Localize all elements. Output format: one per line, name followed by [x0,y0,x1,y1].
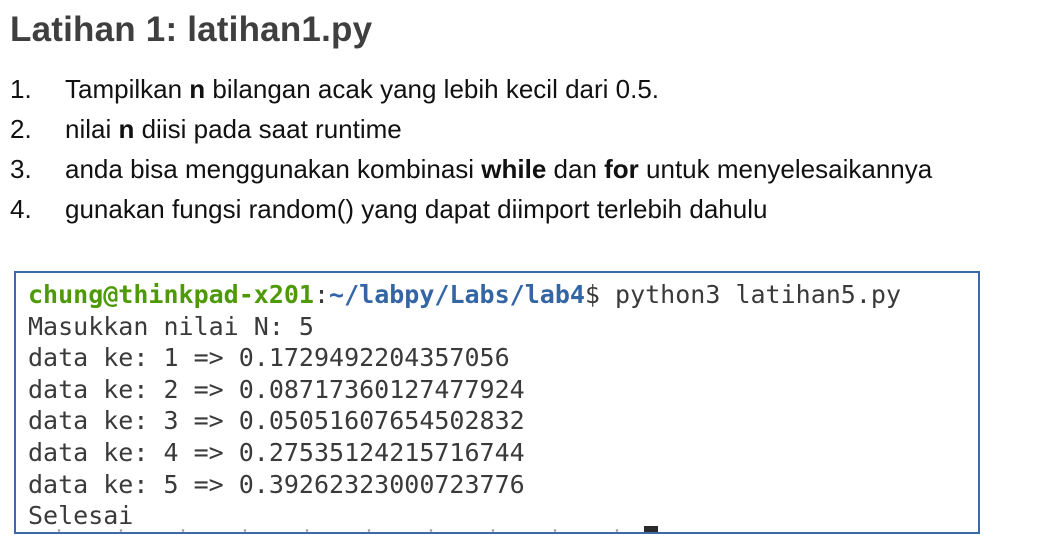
terminal-cursor [644,526,658,532]
instruction-fragment: bilangan acak yang lebih kecil dari 0.5. [205,74,660,104]
instruction-fragment: untuk menyelesaikannya [638,154,933,184]
instruction-keyword: while [481,154,547,184]
terminal-screenshot: chung@thinkpad-x201:~/labpy/Labs/lab4$ p… [14,271,980,534]
instruction-number: 2. [10,114,32,144]
instruction-number: 1. [10,74,32,104]
partial-line-artifact [28,529,628,532]
prompt-symbol: $ [584,280,616,309]
terminal-command: python3 latihan5.py [615,280,902,309]
terminal-line: data ke: 4 => 0.27535124215716744 [28,437,525,467]
instruction-fragment: anda bisa menggunakan kombinasi [65,154,482,184]
terminal-line: Masukkan nilai N: 5 [28,311,314,341]
terminal-prompt-line: chung@thinkpad-x201:~/labpy/Labs/lab4$ p… [28,279,901,311]
terminal-output: chung@thinkpad-x201:~/labpy/Labs/lab4$ p… [28,279,901,532]
prompt-separator: : [313,280,330,309]
instruction-fragment: Tampilkan [65,74,190,104]
instruction-item: 2. nilai n diisi pada saat runtime [10,110,932,150]
page-title: Latihan 1: latihan1.py [10,10,373,49]
instruction-text: anda bisa menggunakan kombinasi while da… [65,154,932,184]
terminal-line: data ke: 1 => 0.1729492204357056 [28,343,510,373]
instruction-item: 1. Tampilkan n bilangan acak yang lebih k… [10,70,932,110]
terminal-line: data ke: 3 => 0.05051607654502832 [28,406,525,436]
instruction-item: 4. gunakan fungsi random() yang dapat dii… [10,190,932,230]
instruction-fragment: gunakan fungsi random() yang dapat diimp… [65,194,768,224]
instruction-text: gunakan fungsi random() yang dapat diimp… [65,194,767,224]
instruction-fragment: nilai [65,114,119,144]
instruction-fragment: dan [546,154,605,184]
terminal-line: data ke: 5 => 0.39262323000723776 [28,469,525,499]
instruction-keyword: for [604,154,639,184]
instruction-keyword: n [118,114,135,144]
instruction-text: nilai n diisi pada saat runtime [65,114,402,144]
instruction-list: 1. Tampilkan n bilangan acak yang lebih k… [10,70,932,230]
terminal-line: data ke: 2 => 0.08717360127477924 [28,374,525,404]
instruction-number: 4. [10,194,32,224]
terminal-line: Selesai [28,501,134,531]
instruction-number: 3. [10,154,32,184]
instruction-fragment: diisi pada saat runtime [134,114,402,144]
instruction-keyword: n [189,74,206,104]
instruction-text: Tampilkan n bilangan acak yang lebih kec… [65,74,659,104]
instruction-item: 3. anda bisa menggunakan kombinasi while … [10,150,932,190]
prompt-path: ~/labpy/Labs/lab4 [329,280,585,309]
prompt-user-host: chung@thinkpad-x201 [28,280,314,309]
